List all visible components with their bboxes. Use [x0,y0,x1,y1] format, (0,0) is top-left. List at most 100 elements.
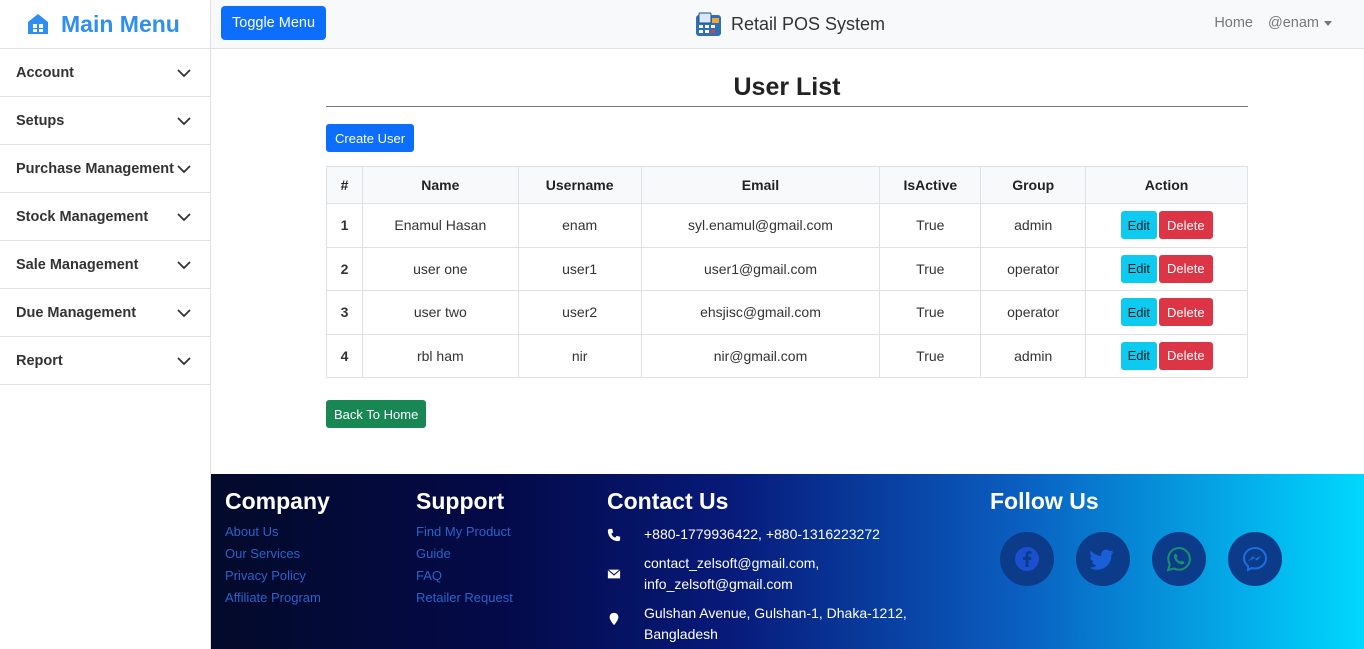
footer-link-retailer-request[interactable]: Retailer Request [416,590,513,605]
sidebar-item-label: Purchase Management [16,160,174,177]
footer-link-privacy-policy[interactable]: Privacy Policy [225,568,330,583]
sidebar-item-label: Report [16,352,63,369]
sidebar-item-label: Setups [16,112,65,129]
cell-username: nir [517,333,642,378]
cell-active: True [879,203,982,248]
sidebar-item-account[interactable]: Account [0,49,210,97]
cell-active: True [879,246,982,291]
footer-link-find-my-product[interactable]: Find My Product [416,524,513,539]
delete-button[interactable]: Delete [1158,341,1213,370]
footer-company: Company About Us Our Services Privacy Po… [225,488,330,612]
sidebar-item-setups[interactable]: Setups [0,97,210,145]
cell-name: rbl ham [361,333,519,378]
social-links [1000,532,1304,586]
main-content: User List Create User # Name Username Em… [326,49,1248,428]
cell-action: Edit Delete [1085,246,1248,291]
table-row: 4 rbl ham nir nir@gmail.com True admin E… [326,333,1248,378]
column-header: IsActive [879,166,982,204]
footer-follow: Follow Us [990,488,1304,586]
toggle-menu-button[interactable]: Toggle Menu [221,6,327,40]
delete-button[interactable]: Delete [1158,211,1213,240]
user-dropdown[interactable]: @enam [1268,15,1332,31]
page-title: User List [326,49,1248,107]
cell-name: user one [361,246,519,291]
chevron-down-icon [177,260,191,269]
phone-icon [607,528,621,542]
cell-active: True [879,290,982,335]
contact-address-line2: Bangladesh [644,626,718,642]
messenger-link[interactable] [1228,532,1282,586]
sidebar-item-label: Due Management [16,304,137,321]
delete-button[interactable]: Delete [1158,254,1213,283]
footer-link-affiliate-program[interactable]: Affiliate Program [225,590,330,605]
caret-down-icon [1324,20,1332,26]
sidebar-item-label: Sale Management [16,256,139,273]
cell-name: user two [361,290,519,335]
sidebar-item-report[interactable]: Report [0,337,210,385]
contact-address: Gulshan Avenue, Gulshan-1, Dhaka-1212, B… [607,603,947,645]
create-user-button[interactable]: Create User [326,124,415,152]
table-header-row: # Name Username Email IsActive Group Act… [326,166,1248,204]
sidebar: Main Menu Account Setups Purchase Manage… [0,0,211,649]
chevron-down-icon [177,356,191,365]
footer-company-title: Company [225,488,330,514]
pos-terminal-icon [696,12,721,36]
facebook-link[interactable] [1000,532,1054,586]
cell-index: 3 [326,290,363,335]
contact-address-line1: Gulshan Avenue, Gulshan-1, Dhaka-1212, [644,605,907,621]
cell-username: user2 [517,290,642,335]
column-header: Name [361,166,519,204]
cell-email: user1@gmail.com [640,246,881,291]
sidebar-item-due-management[interactable]: Due Management [0,289,210,337]
edit-button[interactable]: Edit [1120,341,1157,370]
chevron-down-icon [177,308,191,317]
sidebar-item-label: Stock Management [16,208,149,225]
column-header: Group [980,166,1087,204]
column-header: Username [517,166,642,204]
cell-group: operator [980,290,1087,335]
brand[interactable]: Retail POS System [695,11,885,37]
footer-contact: Contact Us +880-1779936422, +880-1316223… [607,488,947,649]
cell-index: 2 [326,246,363,291]
cell-group: admin [980,203,1087,248]
chevron-down-icon [177,212,191,221]
table-row: 1 Enamul Hasan enam syl.enamul@gmail.com… [326,203,1248,248]
cell-action: Edit Delete [1085,290,1248,335]
whatsapp-link[interactable] [1152,532,1206,586]
cell-active: True [879,333,982,378]
cell-group: admin [980,333,1087,378]
cell-email: nir@gmail.com [640,333,881,378]
footer-support: Support Find My Product Guide FAQ Retail… [416,488,513,612]
top-navbar: Toggle Menu Retail POS System Home @enam [211,0,1364,49]
back-to-home-button[interactable]: Back To Home [326,400,427,428]
cell-email: syl.enamul@gmail.com [640,203,881,248]
cell-index: 4 [326,333,363,378]
contact-email: contact_zelsoft@gmail.com, info_zelsoft@… [607,553,947,595]
messenger-icon [1242,546,1268,572]
whatsapp-icon [1166,546,1191,572]
sidebar-item-label: Account [16,64,74,81]
sidebar-header[interactable]: Main Menu [0,0,210,49]
sidebar-item-purchase-management[interactable]: Purchase Management [0,145,210,193]
chevron-down-icon [177,116,191,125]
nav-right: Home @enam [1214,15,1332,31]
delete-button[interactable]: Delete [1158,298,1213,327]
footer-link-about-us[interactable]: About Us [225,524,330,539]
cell-group: operator [980,246,1087,291]
edit-button[interactable]: Edit [1120,298,1157,327]
cell-action: Edit Delete [1085,333,1248,378]
footer-link-guide[interactable]: Guide [416,546,513,561]
table-row: 2 user one user1 user1@gmail.com True op… [326,246,1248,291]
home-link[interactable]: Home [1214,15,1253,31]
twitter-link[interactable] [1076,532,1130,586]
user-name: @enam [1268,15,1319,31]
sidebar-item-stock-management[interactable]: Stock Management [0,193,210,241]
edit-button[interactable]: Edit [1120,254,1157,283]
footer-follow-title: Follow Us [990,488,1099,514]
cell-name: Enamul Hasan [361,203,519,248]
footer-link-our-services[interactable]: Our Services [225,546,330,561]
cell-username: enam [517,203,642,248]
sidebar-item-sale-management[interactable]: Sale Management [0,241,210,289]
footer-link-faq[interactable]: FAQ [416,568,513,583]
edit-button[interactable]: Edit [1120,211,1157,240]
